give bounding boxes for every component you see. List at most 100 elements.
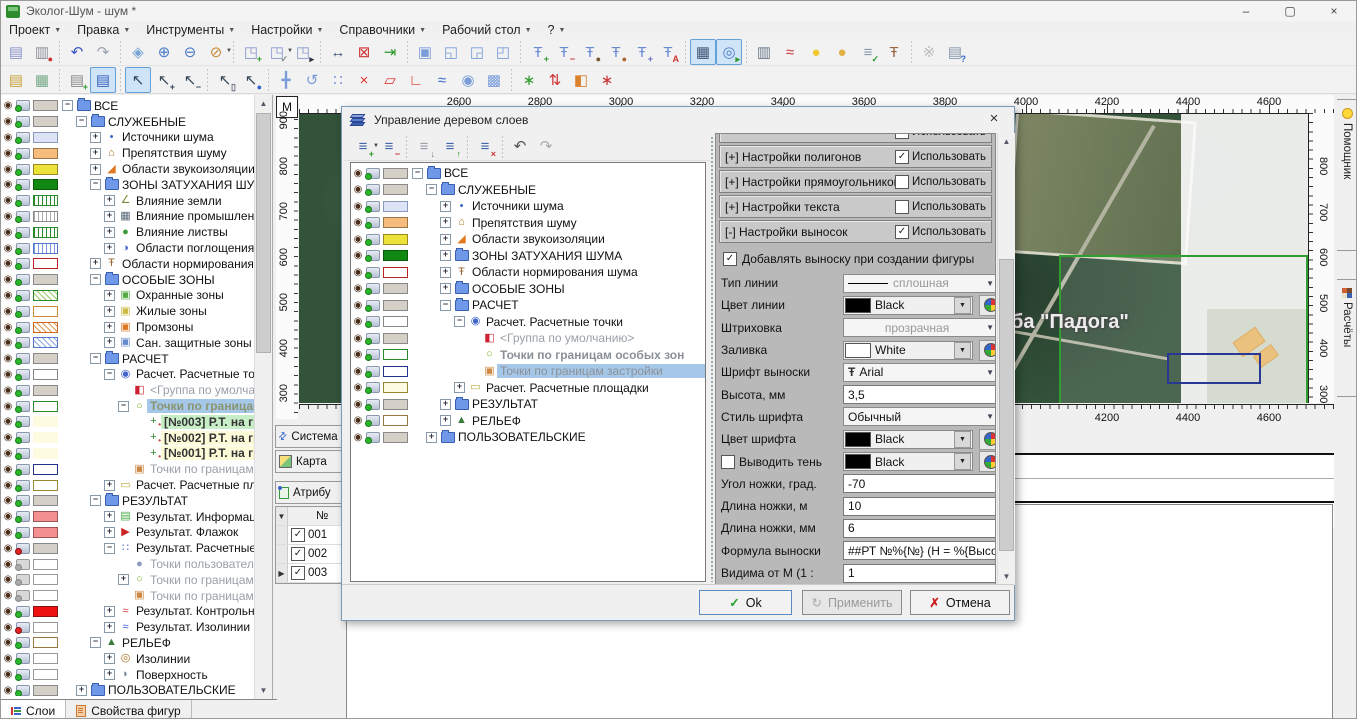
visibility-eye-icon[interactable]: ◉ <box>351 168 365 179</box>
tree-row[interactable]: ◉+●Влияние листвы <box>1 224 254 240</box>
tab-figure-properties[interactable]: Свойства фигур <box>66 700 192 719</box>
print-icon[interactable] <box>16 637 30 648</box>
collapse-icon[interactable]: − <box>426 184 437 195</box>
visibility-eye-icon[interactable]: ◉ <box>351 267 365 278</box>
visibility-eye-icon[interactable]: ◉ <box>1 685 15 696</box>
expand-icon[interactable]: + <box>104 306 115 317</box>
dropdown-icon[interactable]: ▼ <box>954 342 971 359</box>
tab-calculations[interactable]: Расчёты <box>1337 279 1357 397</box>
maximize-button[interactable]: ▢ <box>1268 1 1312 21</box>
tree-row[interactable]: ◉−РАСЧЕТ <box>1 351 254 367</box>
print-icon[interactable] <box>16 480 30 491</box>
tree-row[interactable]: ◉+ŦОбласти нормирования ш... <box>1 256 254 272</box>
visibility-eye-icon[interactable]: ◉ <box>1 511 15 522</box>
layer-delete-icon[interactable]: ≡× <box>472 134 498 160</box>
layer-label[interactable]: Влияние промышленны... <box>133 209 254 223</box>
assistant-bulb-icon[interactable]: ● <box>803 39 829 65</box>
collapse-icon[interactable]: − <box>412 168 423 179</box>
terrain-icon[interactable]: ▦ <box>29 67 55 93</box>
tree-row[interactable]: ◉−∷Результат. Расчетные ... <box>1 540 254 556</box>
edit-nodes-icon[interactable]: ∷ <box>325 67 351 93</box>
print-icon[interactable] <box>16 211 30 222</box>
settings-section-header[interactable]: [+] Настройки прямоугольниковИспользоват… <box>719 170 992 193</box>
undo-icon[interactable]: ↶ <box>64 39 90 65</box>
visibility-eye-icon[interactable]: ◉ <box>1 416 15 427</box>
field-select[interactable]: сплошная▼ <box>843 274 996 293</box>
print-icon[interactable] <box>16 685 30 696</box>
measure-clear-icon[interactable]: ⊠ <box>351 39 377 65</box>
tree-row[interactable]: ◉+РЕЗУЛЬТАТ <box>351 396 705 413</box>
layer-label[interactable]: Источники шума <box>469 199 567 213</box>
layer-label[interactable]: ВСЕ <box>91 99 121 113</box>
tree-row[interactable]: ◉+ŦОбласти нормирования шума <box>351 264 705 281</box>
print-icon[interactable] <box>16 432 30 443</box>
print-icon[interactable] <box>16 243 30 254</box>
curve-tool-icon[interactable]: ≈ <box>429 67 455 93</box>
object-check-icon[interactable]: ◳✓▼ <box>264 39 290 65</box>
tab-attributes[interactable]: Атрибу <box>275 481 343 504</box>
use-checkbox[interactable] <box>895 175 909 189</box>
scroll-thumb[interactable] <box>256 113 271 353</box>
menu-Проект[interactable]: Проект▼ <box>1 21 69 39</box>
dropdown-icon[interactable]: ▼ <box>954 431 971 448</box>
print-icon[interactable] <box>16 179 30 190</box>
tree-row[interactable]: ◉+⌂Препятствия шуму <box>1 145 254 161</box>
layer-label[interactable]: Области звукоизоляции <box>469 232 608 246</box>
expand-icon[interactable]: + <box>104 606 115 617</box>
dialog-close-icon[interactable]: × <box>982 110 1006 130</box>
layer-label[interactable]: Расчет. Расчетные точки <box>483 315 626 329</box>
layer-move-down-icon[interactable]: ≡↓ <box>411 134 437 160</box>
print-icon[interactable] <box>16 274 30 285</box>
layer-label[interactable]: Источники шума <box>119 130 217 144</box>
expand-icon[interactable]: + <box>104 211 115 222</box>
merge-figure-icon[interactable]: ◰ <box>490 39 516 65</box>
expand-icon[interactable]: + <box>440 415 451 426</box>
print-icon[interactable] <box>366 283 380 294</box>
field-input[interactable]: 1 <box>843 564 996 583</box>
menu-Настройки[interactable]: Настройки▼ <box>243 21 331 39</box>
tree-row[interactable]: ◉+⌂Препятствия шуму <box>351 215 705 232</box>
print-icon[interactable] <box>16 306 30 317</box>
tree-row[interactable]: ◉+•Источники шума <box>351 198 705 215</box>
tree-row[interactable]: ◉+•[№002] Р.Т. на гр... <box>1 430 254 446</box>
tab-map[interactable]: Карта <box>275 450 343 473</box>
print-icon[interactable] <box>16 574 30 585</box>
tree-row[interactable]: ◉+•[№003] Р.Т. на гр... <box>1 414 254 430</box>
print-icon[interactable] <box>366 415 380 426</box>
tree-row[interactable]: ◉+▣Сан. защитные зоны <box>1 335 254 351</box>
cursor-link-icon[interactable]: ↖● <box>238 67 264 93</box>
layer-label[interactable]: ПОЛЬЗОВАТЕЛЬСКИЕ <box>105 683 239 696</box>
tree-row[interactable]: ◉+▣Жилые зоны <box>1 303 254 319</box>
tree-row[interactable]: ◉−РЕЗУЛЬТАТ <box>1 493 254 509</box>
print-icon[interactable] <box>16 416 30 427</box>
visibility-eye-icon[interactable]: ◉ <box>1 495 15 506</box>
collapse-icon[interactable]: − <box>62 100 73 111</box>
tree-row[interactable]: ◉+•[№001] Р.Т. на гр... <box>1 446 254 462</box>
color-select[interactable]: Black▼ <box>843 430 973 449</box>
visibility-eye-icon[interactable]: ◉ <box>1 590 15 601</box>
tree-row[interactable]: ◉−ЗОНЫ ЗАТУХАНИЯ ШУМА <box>1 177 254 193</box>
layer-label[interactable]: ВСЕ <box>441 166 471 180</box>
tree-row[interactable]: ◉●Точки пользователя <box>1 556 254 572</box>
scroll-down-icon[interactable]: ▼ <box>998 568 1015 585</box>
tree-row[interactable]: ◉○Точки по границам особых зон <box>351 347 705 364</box>
select-add-icon[interactable]: ↖+ <box>151 67 177 93</box>
visibility-eye-icon[interactable]: ◉ <box>1 243 15 254</box>
visibility-eye-icon[interactable]: ◉ <box>1 306 15 317</box>
layer-label[interactable]: <Группа по умолчан... <box>147 383 254 397</box>
tree-row[interactable]: ◉+◢Области звукоизоляции <box>351 231 705 248</box>
print-icon[interactable] <box>16 527 30 538</box>
visibility-eye-icon[interactable]: ◉ <box>1 195 15 206</box>
layer-add-icon[interactable]: ▤+ <box>64 67 90 93</box>
refresh-icon[interactable]: ※ <box>916 39 942 65</box>
layer-label[interactable]: СЛУЖЕБНЫЕ <box>455 183 539 197</box>
expand-icon[interactable]: + <box>104 290 115 301</box>
visibility-eye-icon[interactable]: ◉ <box>1 448 15 459</box>
cursor-copy-icon[interactable]: ↖▯ <box>212 67 238 93</box>
tree-row[interactable]: ◉−ВСЕ <box>1 98 254 114</box>
rotate-figure-icon[interactable]: ↺ <box>299 67 325 93</box>
tree-row[interactable]: ◉−ОСОБЫЕ ЗОНЫ <box>1 272 254 288</box>
sidebar-scrollbar[interactable]: ▲ ▼ <box>254 95 272 699</box>
visibility-eye-icon[interactable]: ◉ <box>351 382 365 393</box>
visibility-eye-icon[interactable]: ◉ <box>1 653 15 664</box>
